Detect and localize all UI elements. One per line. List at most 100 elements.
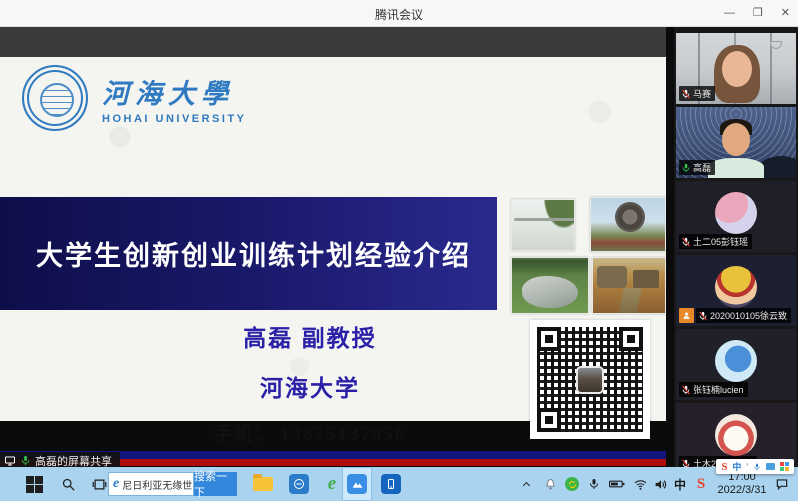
- windows-taskbar: e 尼日利亚无缘世... 搜索一下 e: [0, 467, 798, 501]
- mic-muted-icon: [698, 311, 708, 321]
- tray-expand-button[interactable]: [516, 467, 536, 501]
- search-icon: [61, 477, 76, 492]
- file-explorer-button[interactable]: [248, 467, 278, 501]
- qr-eye-icon: [537, 327, 561, 351]
- input-mode-toggle[interactable]: 中: [732, 460, 741, 473]
- mic-on-icon: [20, 455, 31, 466]
- tray-volume-button[interactable]: [650, 467, 670, 501]
- windows-logo-icon: [26, 476, 43, 493]
- web-search-button[interactable]: 搜索一下: [194, 472, 237, 496]
- start-button[interactable]: [20, 467, 48, 501]
- hand-raised-badge-icon: [679, 308, 694, 323]
- window-title: 腾讯会议: [0, 6, 798, 23]
- taskbar-search-button[interactable]: [54, 467, 82, 501]
- mic-on-icon: [681, 163, 691, 173]
- sogou-icon: S: [697, 476, 705, 493]
- participant-name: 马赛: [693, 87, 711, 100]
- task-view-icon: [92, 477, 107, 492]
- screen-share-icon: [4, 455, 16, 467]
- presentation-slide: 河海大學 HOHAI UNIVERSITY 大学生创新创业训练计划经验介绍 高磊…: [0, 57, 666, 421]
- participant-avatar: [715, 266, 757, 308]
- battery-icon: [609, 478, 625, 490]
- voice-input-icon[interactable]: [753, 463, 761, 471]
- speaker-icon: [654, 478, 667, 491]
- tencent-meeting-taskbar-button[interactable]: [342, 467, 372, 501]
- maximize-button[interactable]: ❐: [753, 0, 763, 27]
- ie-icon: e: [113, 476, 119, 492]
- phone-icon: [381, 474, 401, 494]
- participant-tile[interactable]: 马赛: [676, 33, 796, 104]
- mic-muted-icon: [681, 237, 691, 247]
- shared-screen-area: 河海大學 HOHAI UNIVERSITY 大学生创新创业训练计划经验介绍 高磊…: [0, 27, 672, 467]
- phone-label: 手机：: [214, 424, 274, 445]
- presenter-block: 高磊 副教授 河海大学 手机： 13675137956: [120, 319, 500, 446]
- participant-avatar: [715, 340, 757, 382]
- tray-battery-button[interactable]: [606, 467, 628, 501]
- mic-muted-icon: [681, 89, 691, 99]
- folder-icon: [253, 477, 273, 491]
- participant-name: 2020010105徐云致: [710, 309, 787, 322]
- qr-eye-icon: [619, 327, 643, 351]
- slide-title: 大学生创新创业训练计划经验介绍: [0, 234, 471, 273]
- chinese-input-icon: 中: [674, 476, 686, 493]
- qr-center-avatar: [576, 366, 604, 394]
- close-button[interactable]: ✕: [781, 0, 790, 27]
- window-titlebar: 腾讯会议 — ❐ ✕: [0, 0, 798, 27]
- meeting-app-icon: [347, 474, 367, 494]
- mic-muted-icon: [681, 385, 691, 395]
- browser-e-icon: e: [328, 473, 336, 495]
- action-center-icon: [775, 477, 789, 491]
- hohai-seal-icon: [22, 65, 88, 131]
- clock-date: 2022/3/31: [714, 484, 770, 497]
- presenter-name: 高磊 副教授: [120, 319, 500, 353]
- photo-campus-bridge: [511, 199, 575, 251]
- sogou-tray-button[interactable]: S: [690, 467, 712, 501]
- app-blue-button[interactable]: [284, 467, 314, 501]
- input-method-indicator[interactable]: 中: [670, 467, 690, 501]
- university-logo: 河海大學 HOHAI UNIVERSITY: [22, 65, 247, 131]
- qr-eye-icon: [537, 408, 561, 432]
- participant-tile-active-speaker[interactable]: 高磊: [676, 107, 796, 178]
- taskbar-web-search-input[interactable]: e 尼日利亚无缘世...: [108, 472, 194, 496]
- participant-name: 高磊: [693, 161, 711, 174]
- slide-title-banner: 大学生创新创业训练计划经验介绍: [0, 197, 497, 310]
- 360-safe-icon: [565, 477, 579, 491]
- sogou-input-toolbar[interactable]: S 中 ’: [716, 459, 794, 474]
- microphone-icon: [588, 478, 600, 490]
- presentation-toolbar-strip: [0, 27, 666, 57]
- wifi-icon: [634, 478, 647, 491]
- participant-name: 土二05彭钰瑶: [693, 235, 748, 248]
- participant-avatar: [715, 414, 757, 456]
- phone-number: 13675137956: [280, 424, 407, 445]
- phone-app-button[interactable]: [376, 467, 406, 501]
- participant-name: 张钰楠lucien: [693, 383, 744, 396]
- university-name-en: HOHAI UNIVERSITY: [102, 113, 247, 125]
- presenter-affiliation: 河海大学: [120, 369, 500, 403]
- photo-campus-stone: [511, 257, 589, 314]
- punctuation-toggle[interactable]: ’: [746, 462, 748, 472]
- tray-notification-button[interactable]: [540, 467, 560, 501]
- tray-360-button[interactable]: [562, 467, 582, 501]
- tray-network-button[interactable]: [630, 467, 650, 501]
- chevron-up-icon: [521, 479, 532, 490]
- minimize-button[interactable]: —: [724, 0, 735, 27]
- presenter-phone: 手机： 13675137956: [120, 419, 500, 446]
- tencent-meeting-window: 腾讯会议 — ❐ ✕ 河海大學 HOHAI UNIVERSITY 大学生创新创业…: [0, 0, 798, 501]
- tray-mic-button[interactable]: [584, 467, 604, 501]
- wechat-qr-code: [530, 320, 650, 439]
- bell-icon: [544, 478, 557, 491]
- blue-app-icon: [289, 474, 309, 494]
- photo-campus-autumn-path: [592, 257, 666, 314]
- search-query-text: 尼日利亚无缘世...: [122, 477, 194, 492]
- participant-tile[interactable]: 2020010105徐云致: [676, 255, 796, 326]
- taskbar-clock[interactable]: 17:00 2022/3/31: [714, 471, 770, 497]
- participant-tile[interactable]: 土二05彭钰瑶: [676, 181, 796, 252]
- sogou-logo-icon[interactable]: S: [721, 461, 727, 473]
- participant-avatar: [715, 192, 757, 234]
- photo-campus-sculpture: [590, 197, 666, 252]
- keyboard-icon[interactable]: [766, 463, 775, 470]
- university-name-cn: 河海大學: [102, 72, 247, 111]
- participant-tile[interactable]: 张钰楠lucien: [676, 329, 796, 400]
- participants-sidebar: 马赛 高磊 土二05彭钰瑶: [674, 27, 798, 501]
- toolbox-icon[interactable]: [780, 462, 789, 471]
